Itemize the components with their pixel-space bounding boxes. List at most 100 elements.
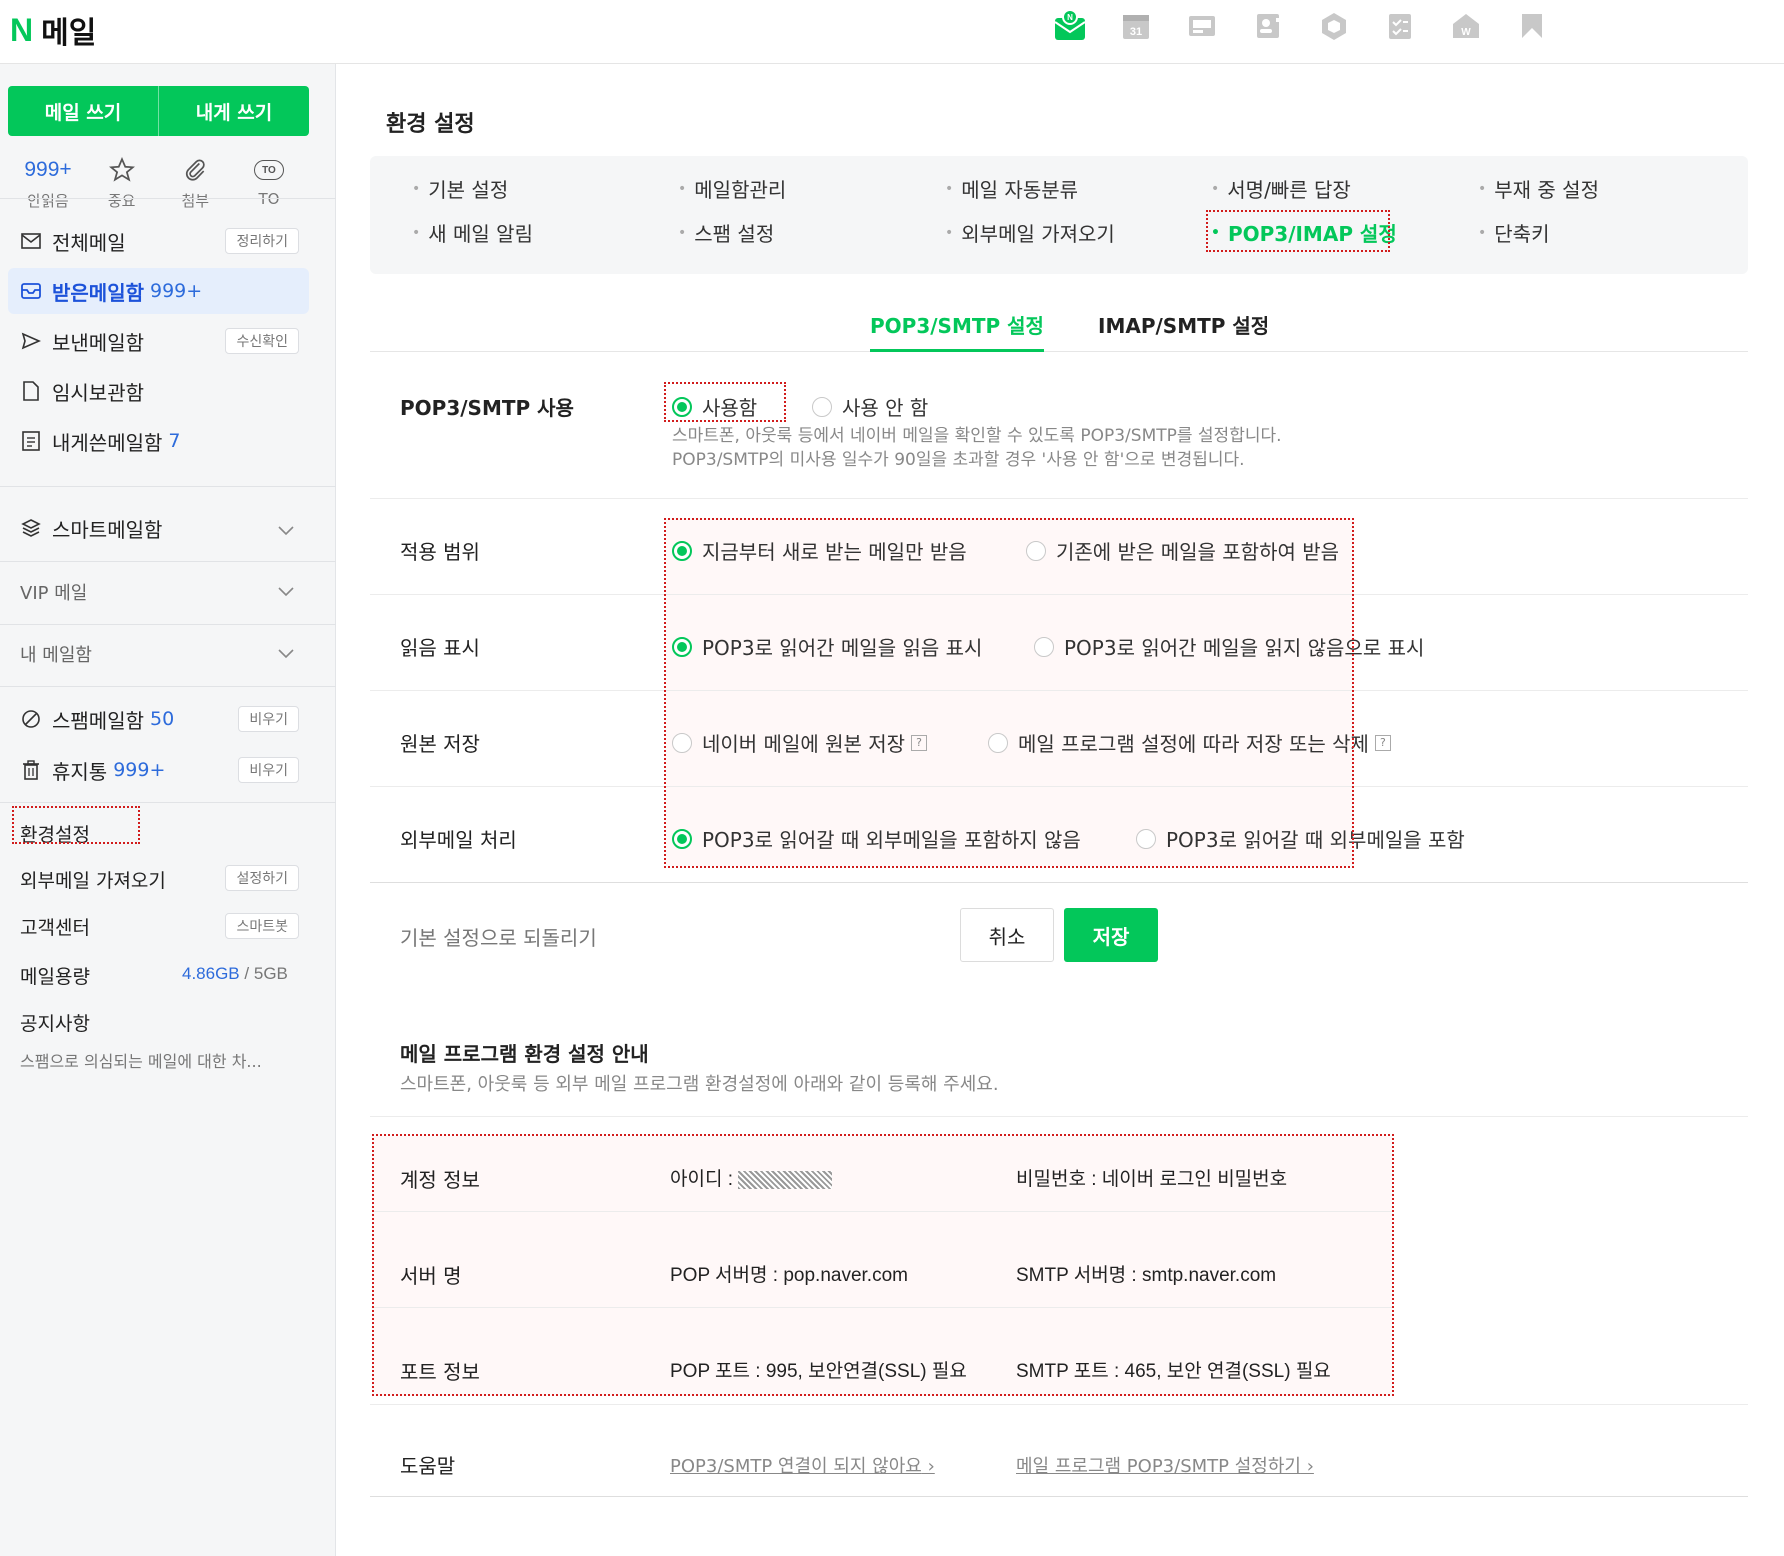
pop3-use-off-radio[interactable]: 사용 안 함: [812, 392, 928, 421]
main-content: 환경 설정 기본 설정 메일함관리 메일 자동분류 서명/빠른 답장 부재 중 …: [336, 64, 1784, 1556]
to-badge-icon: TO: [253, 160, 284, 180]
protocol-tabs: POP3/SMTP 설정 IMAP/SMTP 설정: [370, 304, 1748, 352]
office-app-icon[interactable]: W: [1448, 8, 1484, 44]
svg-text:W: W: [1461, 27, 1471, 38]
block-icon: [20, 708, 42, 730]
sidebar-item-to-me[interactable]: 내게쓴메일함 7: [8, 418, 309, 464]
divider: [0, 561, 336, 562]
tab-pop3-smtp[interactable]: POP3/SMTP 설정: [870, 310, 1044, 352]
external-label: 외부메일 처리: [400, 828, 517, 852]
envelope-icon: [20, 230, 42, 252]
quota-total: 5GB: [253, 964, 288, 983]
quota-label: 메일용량: [20, 966, 90, 988]
calendar-app-icon[interactable]: 31: [1118, 8, 1154, 44]
reset-defaults-link[interactable]: 기본 설정으로 되돌리기: [400, 922, 597, 951]
star-icon: [108, 157, 135, 182]
menu-external[interactable]: 외부메일 가져오기: [945, 218, 1115, 247]
sidebar-item-trash[interactable]: 휴지통 999+ 비우기: [8, 747, 309, 793]
radio-label: 사용 안 함: [842, 396, 929, 420]
naver-logo-mark: N: [10, 11, 34, 48]
quick-to-me[interactable]: TO TO: [239, 154, 299, 211]
sidebar-item-vip[interactable]: VIP 메일: [8, 569, 309, 615]
sidebar-external-mail-link[interactable]: 외부메일 가져오기: [20, 866, 166, 893]
save-button[interactable]: 저장: [1064, 908, 1158, 962]
to-me-count: 7: [168, 430, 181, 452]
address-book-app-icon[interactable]: [1250, 8, 1286, 44]
menu-away[interactable]: 부재 중 설정: [1478, 174, 1599, 203]
trash-count: 999+: [113, 759, 166, 781]
help-icon[interactable]: ?: [1374, 734, 1391, 751]
original-label: 원본 저장: [400, 732, 480, 756]
bookmark-app-icon[interactable]: [1514, 8, 1550, 44]
naver-mail-logo[interactable]: N 메일: [10, 8, 96, 52]
mybox-app-icon[interactable]: [1316, 8, 1352, 44]
write-mail-button[interactable]: 메일 쓰기: [8, 86, 159, 136]
mail-app-icon[interactable]: N: [1052, 8, 1088, 44]
sidebar-item-my-folders[interactable]: 내 메일함: [8, 631, 309, 677]
menu-shortcuts[interactable]: 단축키: [1478, 218, 1549, 247]
pop3-troubleshoot-link[interactable]: POP3/SMTP 연결이 되지 않아요 ›: [670, 1452, 935, 1478]
sidebar-item-spam[interactable]: 스팸메일함 50 비우기: [8, 696, 309, 742]
unread-count: 999+: [24, 158, 72, 181]
quick-unread[interactable]: 999+ 안읽음: [18, 154, 78, 211]
to-label: TO: [258, 190, 280, 208]
highlight-box: [372, 1134, 1394, 1396]
sidebar-support-link[interactable]: 고객센터: [20, 913, 90, 940]
quick-attachment[interactable]: 첨부: [165, 154, 225, 211]
quick-important[interactable]: 중요: [92, 154, 152, 211]
row-divider: [370, 1404, 1748, 1405]
highlight-box: [664, 518, 1354, 868]
row-divider: [370, 1116, 1748, 1117]
sidebar-item-drafts[interactable]: 임시보관함: [8, 368, 309, 414]
attachment-label: 첨부: [181, 192, 210, 210]
smartbot-button[interactable]: 스마트봇: [225, 913, 299, 939]
unread-label: 안읽음: [27, 192, 69, 210]
menu-basic[interactable]: 기본 설정: [412, 174, 508, 203]
highlight-box: [1206, 210, 1390, 252]
note-icon: [20, 430, 42, 452]
write-to-me-button[interactable]: 내게 쓰기: [159, 86, 309, 136]
settings-menu: 기본 설정 메일함관리 메일 자동분류 서명/빠른 답장 부재 중 설정 새 메…: [370, 156, 1748, 274]
sidebar-item-label: VIP 메일: [20, 583, 88, 604]
important-label: 중요: [107, 192, 136, 210]
inbox-count: 999+: [150, 280, 203, 302]
menu-notify[interactable]: 새 메일 알림: [412, 218, 533, 247]
chevron-down-icon[interactable]: [277, 581, 295, 602]
inbox-icon: [20, 280, 42, 302]
notice-text[interactable]: 스팸으로 의심되는 메일에 대한 차...: [20, 1048, 290, 1072]
sidebar-item-sent[interactable]: 보낸메일함 수신확인: [8, 318, 309, 364]
chevron-down-icon[interactable]: [277, 643, 295, 664]
menu-signature[interactable]: 서명/빠른 답장: [1211, 174, 1351, 203]
todo-app-icon[interactable]: [1382, 8, 1418, 44]
quota-value: 4.86GB / 5GB: [182, 964, 288, 984]
read-receipt-button[interactable]: 수신확인: [225, 328, 299, 354]
quota-separator: /: [244, 964, 250, 983]
menu-autosort[interactable]: 메일 자동분류: [945, 174, 1078, 203]
contact-card-app-icon[interactable]: [1184, 8, 1220, 44]
trash-icon: [20, 759, 42, 781]
pop3-use-label: POP3/SMTP 사용: [400, 396, 574, 420]
notice-label[interactable]: 공지사항: [20, 1009, 90, 1036]
divider: [0, 802, 336, 803]
radio-dot: [812, 396, 832, 417]
row-divider: [370, 498, 1748, 499]
empty-spam-button[interactable]: 비우기: [238, 706, 299, 732]
pop3-description: 스마트폰, 아웃룩 등에서 네이버 메일을 확인할 수 있도록 POP3/SMT…: [672, 424, 1282, 472]
menu-spam[interactable]: 스팸 설정: [678, 218, 774, 247]
pop3-setup-guide-link[interactable]: 메일 프로그램 POP3/SMTP 설정하기 ›: [1016, 1452, 1314, 1478]
organize-button[interactable]: 정리하기: [225, 228, 299, 254]
chevron-down-icon[interactable]: [277, 517, 295, 541]
sidebar-item-label: 받은메일함: [52, 280, 144, 305]
sidebar-item-inbox[interactable]: 받은메일함 999+: [8, 268, 309, 314]
tab-imap-smtp[interactable]: IMAP/SMTP 설정: [1098, 310, 1269, 352]
sidebar-item-label: 내게쓴메일함: [52, 430, 163, 455]
sidebar-item-label: 보낸메일함: [52, 330, 144, 355]
external-setup-button[interactable]: 설정하기: [225, 865, 299, 891]
quota-used: 4.86GB: [182, 964, 240, 983]
menu-folders[interactable]: 메일함관리: [678, 174, 786, 203]
app-switcher: N 31 W: [1052, 8, 1550, 44]
empty-trash-button[interactable]: 비우기: [238, 757, 299, 783]
sidebar-item-all-mail[interactable]: 전체메일 정리하기: [8, 218, 309, 264]
cancel-button[interactable]: 취소: [960, 908, 1054, 962]
sidebar-item-smart[interactable]: 스마트메일함: [8, 505, 309, 551]
